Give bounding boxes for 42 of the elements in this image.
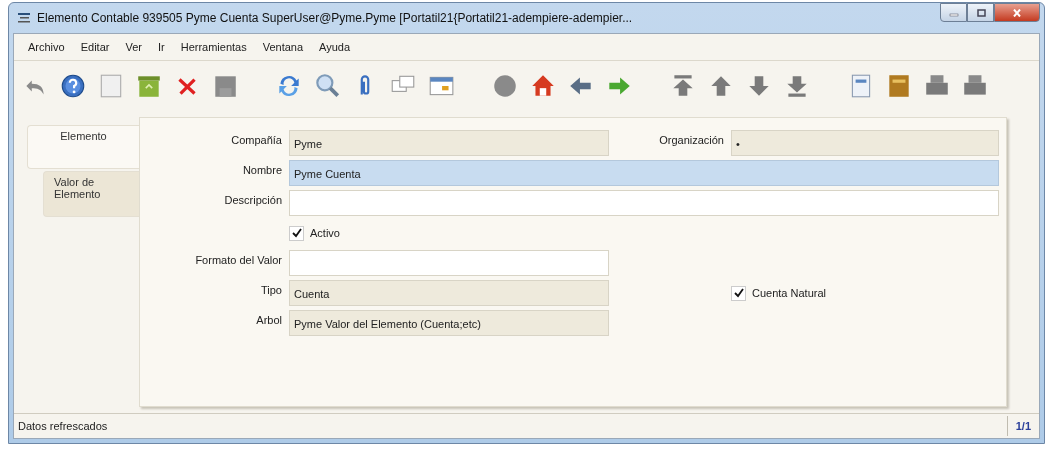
menu-item[interactable]: Ir [149,41,173,53]
window-title: Elemento Contable 939505 Pyme Cuenta SuperUser@Pyme.Pyme [Portatil21{Portatil21-adempiere-adempier... [37,11,634,25]
checkbox-label: Cuenta Natural [752,287,826,299]
help-icon[interactable] [60,72,86,100]
search-icon[interactable] [314,72,340,100]
input-field[interactable]: Cuenta [289,280,609,306]
window-menu-icon[interactable] [17,12,31,24]
field-label: Arbol [255,313,282,326]
menu-item[interactable]: Archivo [20,41,73,53]
menu-item[interactable]: Ventana [254,41,312,53]
field-label: Formato del Valor [194,253,282,266]
status-message: Datos refrescados [17,420,109,432]
record-counter: 1/1 [1006,416,1039,436]
close-icon [1011,8,1023,17]
maximize-button[interactable] [967,3,994,22]
checkbox-label: Activo [310,227,340,239]
tab[interactable]: Valor de Elemento [43,171,139,217]
close-button[interactable] [994,3,1040,22]
circle-icon[interactable] [492,72,518,100]
tab[interactable]: Elemento [27,125,139,169]
input-field[interactable]: Pyme Valor del Elemento (Cuenta;etc) [289,310,609,336]
input-field[interactable]: • [731,130,999,156]
input-field[interactable] [289,250,609,276]
field-label: Descripción [223,193,282,206]
maximize-icon [974,8,987,17]
menu-item[interactable]: Herramientas [172,41,255,53]
checkbox[interactable] [731,285,746,301]
checkbox[interactable] [289,225,304,241]
field-label: Nombre [241,163,282,176]
input-field[interactable]: Pyme [289,130,609,156]
input-field[interactable]: Pyme Cuenta [289,160,999,186]
checkmark-icon [733,288,744,298]
menu-item[interactable]: Editar [72,41,118,53]
archive-icon[interactable] [886,72,912,100]
field-label: Organización [658,133,724,146]
field-label: Tipo [260,283,282,296]
menu-item[interactable]: Ayuda [311,41,359,53]
checkmark-icon [291,228,302,238]
minimize-button[interactable] [940,3,967,22]
menu-item[interactable]: Ver [117,41,150,53]
input-field[interactable] [289,190,999,216]
field-label: Compañía [230,133,282,146]
